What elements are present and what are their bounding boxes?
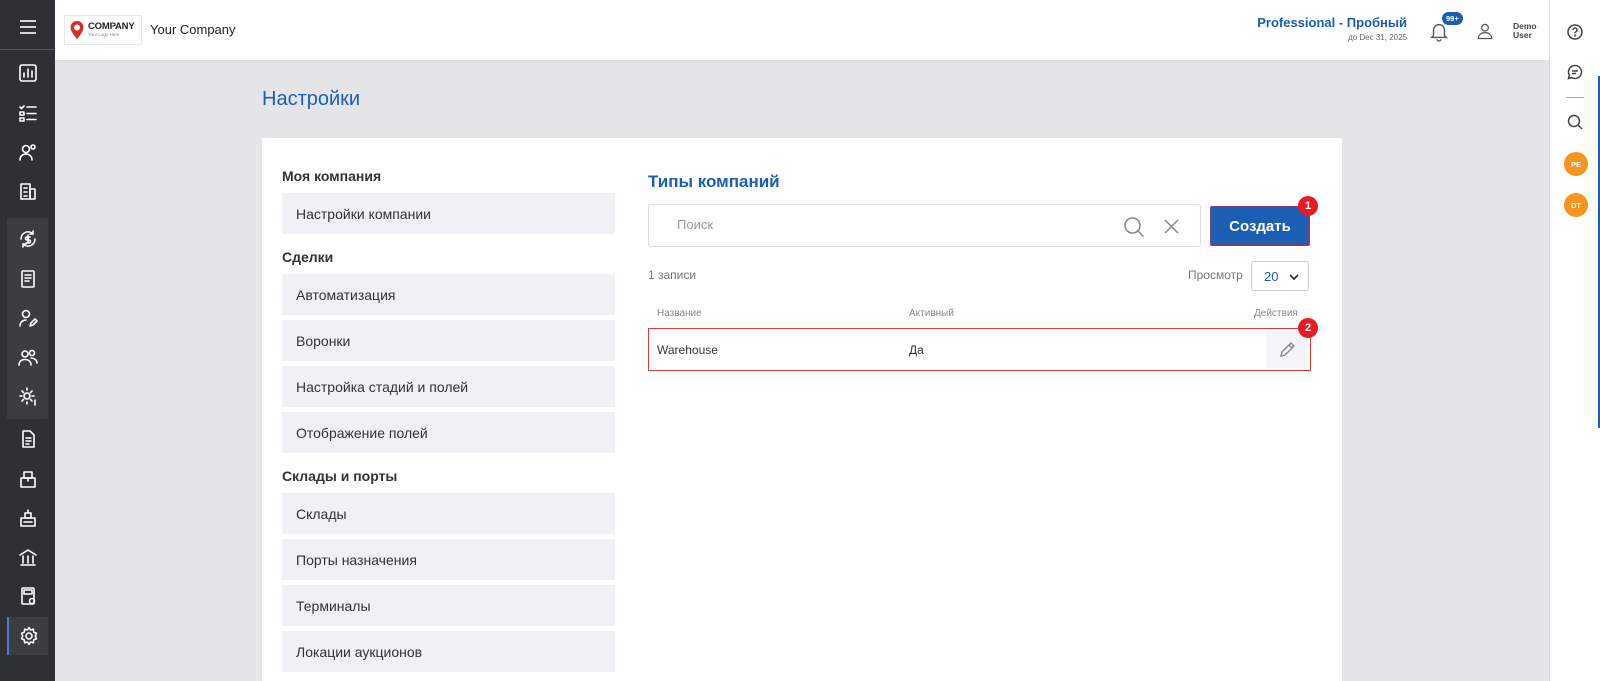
calculator-icon <box>20 587 35 605</box>
section-deals: Сделки <box>282 249 334 265</box>
chevron-down-icon <box>1289 274 1299 281</box>
hamburger-menu-button[interactable] <box>0 4 55 50</box>
company-logo[interactable]: COMPANY Your Logo Here <box>64 15 142 45</box>
chat-button[interactable] <box>1565 62 1585 82</box>
records-count: 1 записи <box>648 268 697 282</box>
hamburger-icon <box>19 19 36 34</box>
cell-name: Warehouse <box>657 343 718 357</box>
sidebar-item-tasks[interactable] <box>7 94 48 132</box>
user-icon <box>1477 23 1493 40</box>
search-icon <box>1567 114 1583 130</box>
user-badge-dt[interactable]: DT <box>1564 193 1588 217</box>
book-icon <box>20 270 35 288</box>
pencil-icon <box>1280 341 1295 357</box>
page-size-value: 20 <box>1264 268 1279 284</box>
sidebar-item-journal[interactable] <box>7 260 48 298</box>
user-avatar[interactable] <box>1471 17 1499 45</box>
sidebar-item-user-edit[interactable] <box>7 299 48 337</box>
buildings-icon <box>19 183 36 200</box>
bank-icon <box>18 549 37 566</box>
logo-tagline: Your Logo Here <box>88 32 120 37</box>
marker-1: 1 <box>1298 196 1318 216</box>
logo-name: COMPANY <box>88 21 135 32</box>
nav-item-company-settings[interactable]: Настройки компании <box>282 193 615 234</box>
user-name[interactable]: Demo User <box>1513 22 1545 40</box>
inventory-icon <box>19 471 36 488</box>
sidebar-item-contacts[interactable] <box>7 133 48 171</box>
top-header: COMPANY Your Logo Here Your Company Prof… <box>55 0 1549 61</box>
sidebar-item-dashboard[interactable] <box>7 54 48 92</box>
column-header-actions: Действия <box>1254 308 1298 319</box>
page-size-select[interactable]: 20 <box>1251 261 1309 291</box>
cell-active: Да <box>909 343 924 357</box>
nav-item-automation[interactable]: Автоматизация <box>282 274 615 315</box>
nav-item-field-display[interactable]: Отображение полей <box>282 412 615 453</box>
help-button[interactable] <box>1565 22 1585 42</box>
right-rail: PE DT <box>1549 0 1600 681</box>
team-icon <box>17 349 38 366</box>
nav-item-funnels[interactable]: Воронки <box>282 320 615 361</box>
edit-button[interactable] <box>1266 331 1308 368</box>
sidebar-item-finance[interactable] <box>7 220 48 258</box>
user-edit-icon <box>18 309 38 327</box>
settings-panel: Моя компания Настройки компании Сделки А… <box>262 138 1342 681</box>
document-icon <box>21 430 35 448</box>
help-icon <box>1567 24 1583 40</box>
contacts-icon <box>18 144 36 161</box>
nav-item-auction-locations[interactable]: Локации аукционов <box>282 631 615 672</box>
marker-2: 2 <box>1298 318 1318 338</box>
sidebar-item-settings[interactable] <box>7 617 48 655</box>
sidebar-item-team[interactable] <box>7 338 48 376</box>
rail-divider <box>1566 97 1584 98</box>
finance-icon <box>19 230 36 248</box>
sidebar-item-warehouse[interactable] <box>7 499 48 537</box>
view-label: Просмотр <box>1188 268 1243 282</box>
global-search-button[interactable] <box>1565 112 1585 132</box>
sidebar-item-documents[interactable] <box>7 420 48 458</box>
sidebar-item-calculator[interactable] <box>7 577 48 615</box>
column-header-active[interactable]: Активный <box>909 308 954 319</box>
map-pin-logo-icon <box>70 21 84 39</box>
nav-item-stages-fields[interactable]: Настройка стадий и полей <box>282 366 615 407</box>
content-title: Типы компаний <box>648 172 780 191</box>
close-icon[interactable] <box>1164 219 1179 234</box>
sidebar-item-companies[interactable] <box>7 172 48 210</box>
search-box <box>648 204 1201 247</box>
section-warehouses-ports: Склады и порты <box>282 468 398 484</box>
column-header-name[interactable]: Название <box>657 308 702 319</box>
sidebar-item-bank[interactable] <box>7 538 48 576</box>
chat-icon <box>1567 64 1583 80</box>
section-my-company: Моя компания <box>282 168 382 184</box>
nav-item-destination-ports[interactable]: Порты назначения <box>282 539 615 580</box>
sidebar-item-settings-finance[interactable] <box>7 377 48 415</box>
nav-item-warehouses[interactable]: Склады <box>282 493 615 534</box>
settings-icon <box>20 626 37 646</box>
plan-title[interactable]: Professional - Пробный <box>1257 15 1407 30</box>
sidebar-item-inventory[interactable] <box>7 460 48 498</box>
settings-gear-icon <box>18 387 36 406</box>
search-icon[interactable] <box>1123 216 1145 238</box>
warehouse-icon <box>19 509 36 527</box>
search-input[interactable] <box>677 217 1117 232</box>
dashboard-icon <box>18 64 37 82</box>
nav-item-terminals[interactable]: Терминалы <box>282 585 615 626</box>
company-name: Your Company <box>150 22 236 37</box>
user-badge-pe[interactable]: PE <box>1564 152 1588 176</box>
page-title: Настройки <box>262 88 361 110</box>
plan-expiry: до Dec 31, 2025 <box>1348 33 1407 42</box>
create-button[interactable]: Создать <box>1210 206 1310 246</box>
table-row[interactable]: Warehouse Да <box>648 328 1311 371</box>
notifications-badge: 99+ <box>1442 12 1463 25</box>
left-sidebar <box>0 0 55 681</box>
task-list-icon <box>18 105 37 122</box>
